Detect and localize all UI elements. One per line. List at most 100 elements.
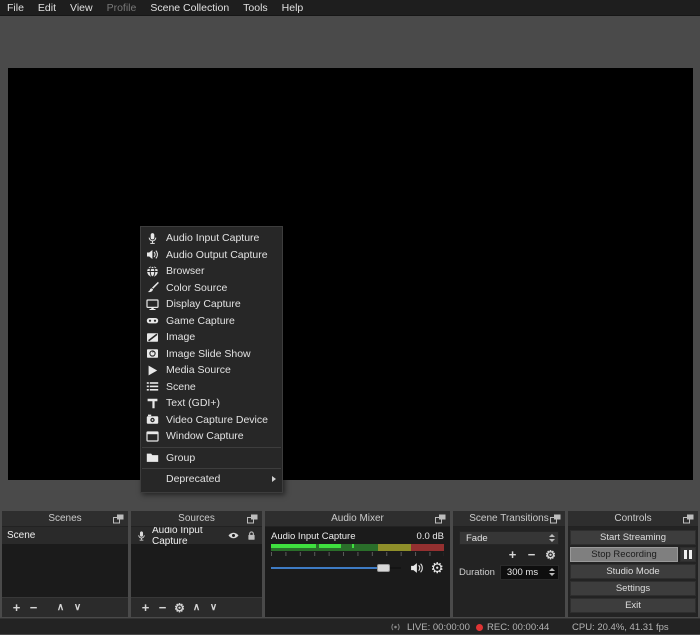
slider-handle[interactable]	[377, 564, 390, 572]
menu-item-media-source[interactable]: Media Source	[141, 362, 282, 379]
mixer-body: Audio Input Capture 0.0 dB ⚙	[265, 527, 450, 617]
sources-panel-title: Sources	[178, 513, 215, 524]
menu-item-text-gdi[interactable]: Text (GDI+)	[141, 395, 282, 412]
menu-item-game-capture[interactable]: Game Capture	[141, 313, 282, 330]
menu-item-label: Image	[166, 331, 195, 343]
add-scene-button[interactable]: +	[8, 599, 25, 617]
status-bar: LIVE: 00:00:00 REC: 00:00:44 CPU: 20.4%,…	[0, 618, 700, 634]
menu-help[interactable]: Help	[275, 0, 311, 16]
menu-item-label: Group	[166, 452, 195, 464]
menu-item-scene[interactable]: Scene	[141, 379, 282, 396]
volume-slider-row: ⚙	[271, 559, 444, 577]
menu-item-label: Scene	[166, 381, 196, 393]
meter-level-bar	[319, 544, 341, 548]
audio-mixer-panel-title: Audio Mixer	[331, 513, 384, 524]
remove-transition-button[interactable]: −	[523, 546, 540, 564]
mixer-source-name: Audio Input Capture	[271, 531, 356, 542]
audio-mixer-panel: Audio Mixer Audio Input Capture 0.0 dB	[265, 511, 450, 617]
lock-icon[interactable]	[246, 530, 257, 541]
transition-selected-value: Fade	[466, 533, 549, 544]
menu-tools[interactable]: Tools	[236, 0, 275, 16]
scene-list-item[interactable]: Scene	[2, 527, 128, 544]
menu-item-image-slide-show[interactable]: Image Slide Show	[141, 346, 282, 363]
settings-button[interactable]: Settings	[570, 581, 696, 596]
image-icon	[146, 331, 159, 344]
volume-slider[interactable]	[271, 561, 401, 575]
globe-icon	[146, 265, 159, 278]
dock-float-icon	[247, 514, 258, 524]
menu-item-video-capture-device[interactable]: Video Capture Device	[141, 412, 282, 429]
text-icon	[146, 397, 159, 410]
menu-scene-collection[interactable]: Scene Collection	[143, 0, 236, 16]
menu-separator	[142, 447, 281, 448]
cpu-status: CPU: 20.4%, 41.31 fps	[572, 619, 669, 635]
add-source-button[interactable]: +	[137, 599, 154, 617]
menu-item-display-capture[interactable]: Display Capture	[141, 296, 282, 313]
visibility-eye-icon[interactable]	[227, 530, 240, 541]
stop-recording-button[interactable]: Stop Recording	[570, 547, 678, 562]
meter-zone-yellow	[378, 544, 411, 551]
source-list-item[interactable]: Audio Input Capture	[131, 527, 262, 544]
menu-item-image[interactable]: Image	[141, 329, 282, 346]
scenes-panel-title: Scenes	[48, 513, 81, 524]
spinbox-arrows-icon[interactable]	[549, 568, 555, 576]
audio-mixer-panel-header[interactable]: Audio Mixer	[265, 511, 450, 527]
scene-transitions-panel-header[interactable]: Scene Transitions	[453, 511, 565, 527]
remove-scene-button[interactable]: −	[25, 599, 42, 617]
dock-float-icon	[113, 514, 124, 524]
remove-source-button[interactable]: −	[154, 599, 171, 617]
menu-item-color-source[interactable]: Color Source	[141, 280, 282, 297]
move-scene-down-button[interactable]: ∨	[69, 599, 86, 617]
window-icon	[146, 430, 159, 443]
menu-item-window-capture[interactable]: Window Capture	[141, 428, 282, 445]
menu-view[interactable]: View	[63, 0, 100, 16]
pause-icon	[684, 550, 687, 559]
pause-recording-button[interactable]	[680, 547, 696, 562]
start-streaming-button[interactable]: Start Streaming	[570, 530, 696, 545]
sources-panel-header[interactable]: Sources	[131, 511, 262, 527]
sources-list: Audio Input Capture	[131, 527, 262, 597]
transition-select[interactable]: Fade	[459, 531, 559, 545]
source-name: Audio Input Capture	[152, 527, 227, 547]
scenes-panel: Scenes Scene + − ∧ ∨	[2, 511, 128, 617]
dock-float-icon	[550, 514, 561, 524]
dock-float-icon	[683, 514, 694, 524]
mixer-settings-gear-icon[interactable]: ⚙	[431, 561, 444, 576]
menu-item-label: Window Capture	[166, 430, 244, 442]
move-source-up-button[interactable]: ∧	[188, 599, 205, 617]
menu-item-label: Display Capture	[166, 298, 241, 310]
menu-profile[interactable]: Profile	[100, 0, 144, 16]
menu-item-audio-input-capture[interactable]: Audio Input Capture	[141, 230, 282, 247]
monitor-icon	[146, 298, 159, 311]
menu-edit[interactable]: Edit	[31, 0, 63, 16]
exit-button[interactable]: Exit	[570, 598, 696, 613]
menu-item-label: Audio Input Capture	[166, 232, 259, 244]
preview-canvas[interactable]	[8, 68, 693, 480]
scene-name: Scene	[7, 530, 35, 541]
source-row-controls	[227, 530, 257, 541]
mute-speaker-icon[interactable]	[409, 561, 425, 575]
controls-panel-header[interactable]: Controls	[568, 511, 698, 527]
move-scene-up-button[interactable]: ∧	[52, 599, 69, 617]
scenes-list: Scene	[2, 527, 128, 597]
duration-spinbox[interactable]: 300 ms	[500, 565, 559, 580]
menu-item-browser[interactable]: Browser	[141, 263, 282, 280]
mixer-source-row: Audio Input Capture 0.0 dB	[271, 530, 444, 543]
menu-item-audio-output-capture[interactable]: Audio Output Capture	[141, 247, 282, 264]
menu-item-label: Video Capture Device	[166, 414, 268, 426]
menu-item-group[interactable]: Group	[141, 450, 282, 467]
add-transition-button[interactable]: +	[504, 546, 521, 564]
studio-mode-button[interactable]: Studio Mode	[570, 564, 696, 579]
volume-meter	[271, 544, 444, 551]
add-source-context-menu: Audio Input Capture Audio Output Capture…	[140, 226, 283, 493]
speaker-icon	[146, 248, 159, 261]
live-timer: LIVE: 00:00:00	[407, 622, 470, 633]
transition-properties-gear-icon[interactable]: ⚙	[542, 546, 559, 564]
controls-panel: Controls Start Streaming Stop Recording …	[568, 511, 698, 617]
scenes-panel-header[interactable]: Scenes	[2, 511, 128, 527]
play-icon	[146, 364, 159, 377]
source-properties-gear-icon[interactable]: ⚙	[171, 599, 188, 617]
menu-file[interactable]: File	[0, 0, 31, 16]
move-source-down-button[interactable]: ∨	[205, 599, 222, 617]
menu-item-deprecated[interactable]: Deprecated	[141, 471, 282, 488]
